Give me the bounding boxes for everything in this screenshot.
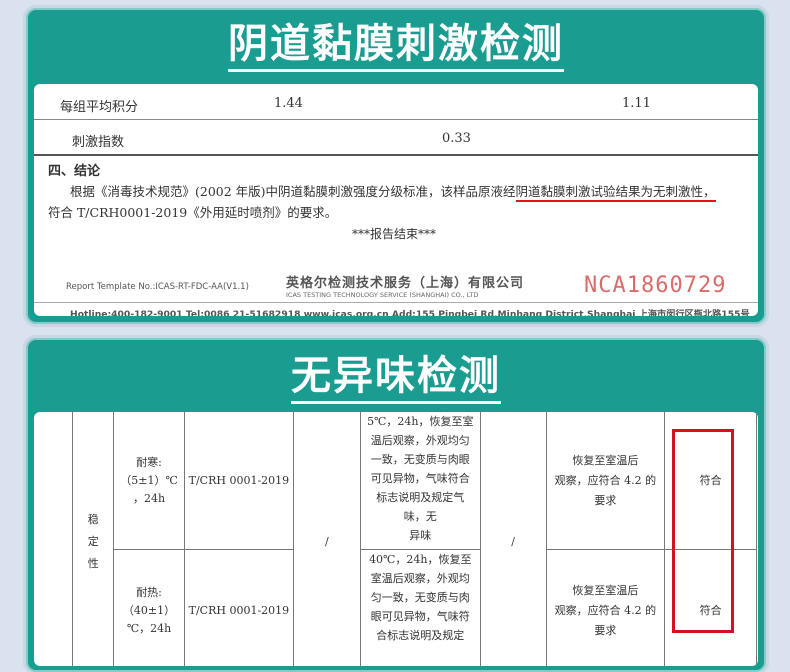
report-end-mark: ***报告结束***: [352, 227, 437, 241]
avg-score-group1: 1.44: [274, 96, 303, 111]
no-odor-card: 无异味检测 稳 定 性 耐寒: （5±1）℃ ，24h T/CRH 0001-2…: [26, 338, 766, 672]
table-row: 耐热: （40±1） ℃，24h T/CRH 0001-2019 40℃，24h…: [34, 549, 757, 666]
blank-cell: [34, 412, 74, 550]
footer-rule: [34, 302, 758, 303]
stability-table: 稳 定 性 耐寒: （5±1）℃ ，24h T/CRH 0001-2019 / …: [34, 412, 757, 666]
table-rule-bottom: [34, 154, 758, 156]
table-rule: [34, 119, 758, 120]
avg-score-group2: 1.11: [622, 96, 651, 111]
col6-cell: /: [479, 412, 547, 666]
stability-table-paper: 稳 定 性 耐寒: （5±1）℃ ，24h T/CRH 0001-2019 / …: [34, 412, 758, 666]
conclusion-line2: 符合 T/CRH0001-2019《外用延时喷剂》的要求。: [48, 205, 338, 220]
stamp-code: NCA1860729: [584, 273, 727, 298]
method-cold: 5℃，24h，恢复至室 温后观察，外观均匀 一致，无变质与肉眼 可见异物，气味符…: [359, 412, 481, 550]
method-heat: 40℃，24h，恢复至 室温后观察，外观均 匀一致，无变质与肉 眼可见异物，气味…: [359, 549, 481, 666]
report-excerpt: 每组平均积分 1.44 1.11 刺激指数 0.33 四、结论 根据《消毒技术规…: [34, 84, 758, 316]
conclusion-line1: 根据《消毒技术规范》(2002 年版)中阴道黏膜刺激强度分级标准，该样品原液经阴…: [70, 181, 716, 202]
requirement-cold: 恢复至室温后 观察，应符合 4.2 的 要求: [545, 412, 666, 550]
company-name-en: ICAS TESTING TECHNOLOGY SERVICE (SHANGHA…: [286, 291, 479, 299]
blank-cell: [34, 549, 74, 666]
requirement-heat: 恢复至室温后 观察，应符合 4.2 的 要求: [545, 549, 666, 666]
footer-contact: Hotline:400-182-9001 Tel:0086 21-5168291…: [70, 309, 750, 316]
conclusion-highlight: 阴道黏膜刺激试验结果为无刺激性，: [515, 184, 716, 202]
standard-cold: T/CRH 0001-2019: [183, 412, 294, 550]
avg-score-label: 每组平均积分: [60, 100, 139, 115]
report-template-no: Report Template No.:ICAS-RT-FDC-AA(V1.1): [66, 282, 249, 292]
col4-cell: /: [292, 412, 361, 666]
section2-title: 无异味检测: [28, 348, 764, 404]
irritation-index-label: 刺激指数: [72, 135, 125, 150]
condition-cold: 耐寒: （5±1）℃ ，24h: [113, 412, 185, 550]
condition-heat: 耐热: （40±1） ℃，24h: [113, 549, 185, 666]
result-highlight-box: [672, 429, 734, 633]
table-row: 稳 定 性 耐寒: （5±1）℃ ，24h T/CRH 0001-2019 / …: [34, 412, 757, 666]
standard-heat: T/CRH 0001-2019: [183, 549, 294, 666]
section1-title: 阴道黏膜刺激检测: [28, 16, 764, 72]
conclusion-text: 根据《消毒技术规范》(2002 年版)中阴道黏膜刺激强度分级标准，该样品原液经: [70, 184, 516, 199]
irritation-index-value: 0.33: [442, 131, 471, 146]
conclusion-heading: 四、结论: [48, 164, 101, 179]
vaginal-irritation-card: 阴道黏膜刺激检测 每组平均积分 1.44 1.11 刺激指数 0.33 四、结论…: [26, 8, 766, 324]
category-cell: 稳 定 性: [72, 412, 115, 666]
company-name-cn: 英格尔检测技术服务（上海）有限公司: [286, 276, 525, 291]
